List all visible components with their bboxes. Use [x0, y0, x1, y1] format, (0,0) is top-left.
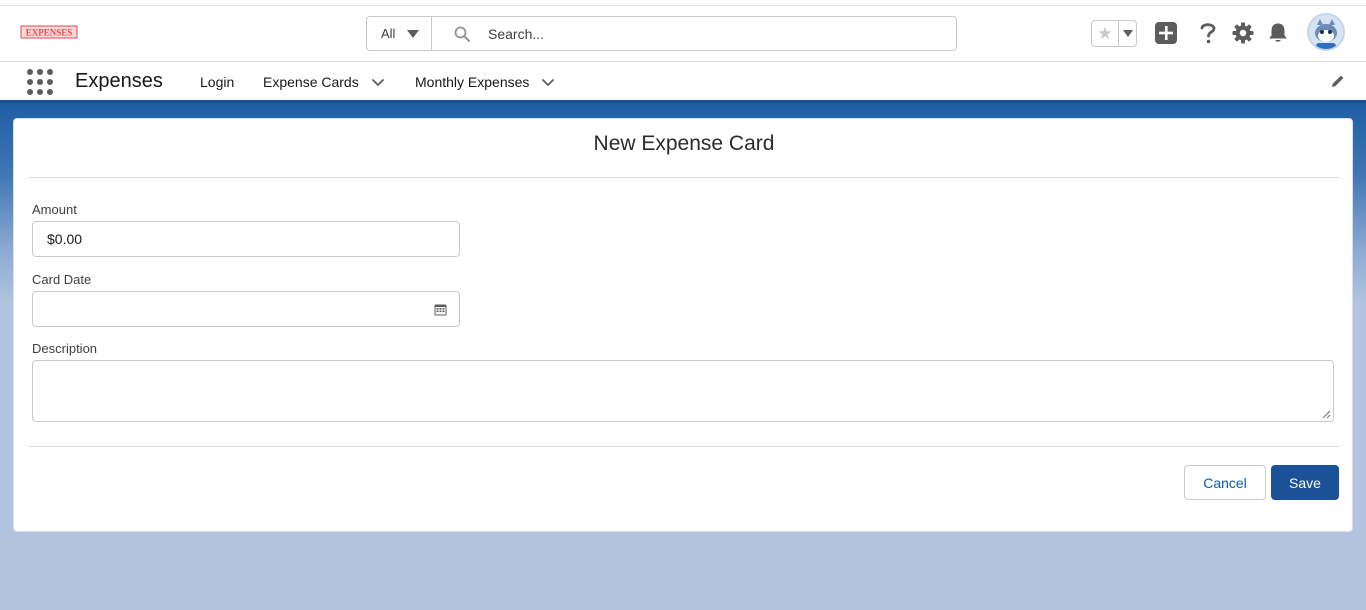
edit-pencil-icon[interactable]: [1331, 74, 1345, 93]
amount-label: Amount: [32, 202, 77, 217]
search-scope-label: All: [381, 26, 396, 41]
calendar-icon[interactable]: [434, 303, 447, 316]
divider: [28, 446, 1340, 447]
nav-item-login[interactable]: Login: [200, 74, 234, 90]
logo-text: EXPENSES: [26, 28, 73, 38]
avatar[interactable]: [1307, 13, 1345, 51]
chevron-down-icon: [407, 29, 420, 38]
chevron-down-icon[interactable]: [541, 78, 555, 87]
divider: [28, 177, 1340, 178]
card-date-label: Card Date: [32, 272, 92, 287]
chevron-down-icon[interactable]: [371, 78, 385, 87]
global-search: All: [366, 16, 957, 51]
search-icon: [454, 26, 470, 42]
form-title: New Expense Card: [593, 132, 775, 155]
description-textarea[interactable]: [32, 360, 1334, 422]
favorite-star-icon[interactable]: ★: [1092, 21, 1119, 46]
app-launcher-icon[interactable]: [27, 69, 53, 95]
nav-item-expense-cards[interactable]: Expense Cards: [263, 74, 385, 90]
notification-bell-icon[interactable]: [1265, 20, 1291, 46]
global-add-icon[interactable]: [1153, 20, 1179, 46]
help-icon[interactable]: [1195, 20, 1221, 46]
nav-item-monthly-expenses[interactable]: Monthly Expenses: [415, 74, 555, 90]
favorites-group: ★: [1091, 20, 1137, 47]
app-name: Expenses: [75, 70, 163, 92]
nav-item-label: Login: [200, 74, 235, 90]
amount-field[interactable]: $0.00: [32, 221, 460, 257]
app-logo[interactable]: EXPENSES: [20, 25, 78, 39]
app-navigation-bar: Expenses Login Expense Cards Monthly Exp…: [0, 62, 1366, 103]
resize-handle-icon[interactable]: [1322, 410, 1331, 419]
search-input[interactable]: [488, 25, 908, 42]
setup-gear-icon[interactable]: [1230, 20, 1256, 46]
nav-item-label: Monthly Expenses: [415, 74, 530, 90]
new-expense-card-form: New Expense Card Amount $0.00 Card Date …: [13, 118, 1353, 532]
description-label: Description: [32, 341, 98, 356]
chevron-down-icon: [1122, 30, 1133, 37]
global-header: EXPENSES All ★: [0, 6, 1366, 62]
amount-value: $0.00: [47, 231, 83, 247]
favorites-menu-button[interactable]: [1119, 21, 1136, 46]
search-field: [432, 17, 956, 50]
cancel-button[interactable]: Cancel: [1184, 465, 1266, 500]
search-scope-dropdown[interactable]: All: [367, 17, 432, 50]
card-date-field[interactable]: [32, 291, 460, 327]
save-button[interactable]: Save: [1271, 465, 1339, 500]
nav-item-label: Expense Cards: [263, 74, 359, 90]
